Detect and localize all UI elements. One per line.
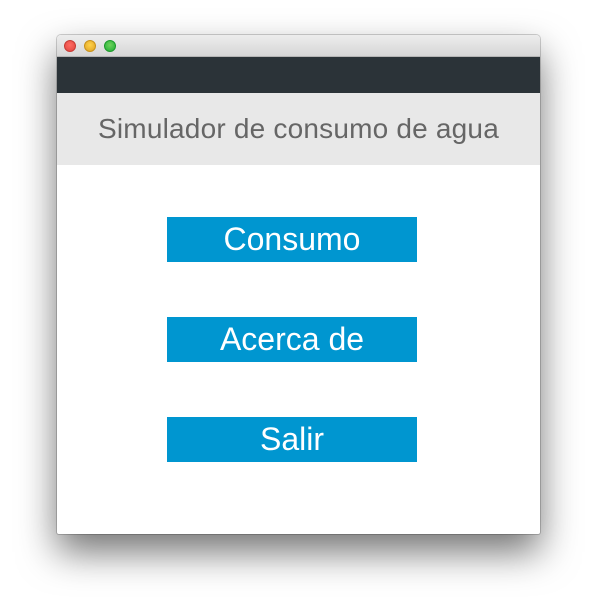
minimize-window-button[interactable] xyxy=(84,40,96,52)
page-title: Simulador de consumo de agua xyxy=(98,113,499,144)
app-window: Simulador de consumo de agua Consumo Ace… xyxy=(57,35,540,534)
page-header: Simulador de consumo de agua xyxy=(57,93,540,165)
window-titlebar[interactable] xyxy=(57,35,540,57)
close-window-button[interactable] xyxy=(64,40,76,52)
maximize-window-button[interactable] xyxy=(104,40,116,52)
salir-button[interactable]: Salir xyxy=(167,417,417,462)
acerca-de-button[interactable]: Acerca de xyxy=(167,317,417,362)
consumo-button[interactable]: Consumo xyxy=(167,217,417,262)
toolbar xyxy=(57,57,540,93)
